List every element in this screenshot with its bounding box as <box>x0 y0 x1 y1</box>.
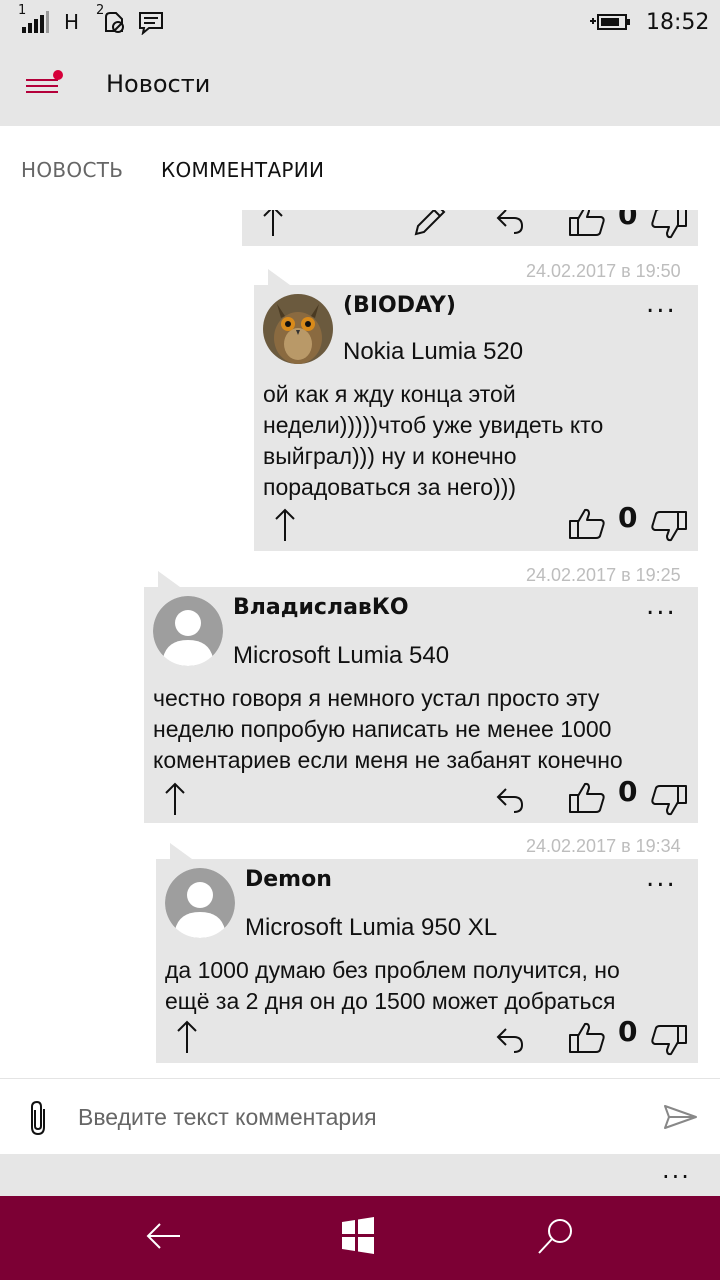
like-score: 0 <box>618 501 638 534</box>
more-options-icon[interactable]: ... <box>646 863 677 893</box>
message-icon <box>138 0 164 44</box>
reply-up-icon[interactable] <box>174 1019 200 1055</box>
thumbs-down-icon[interactable] <box>650 509 688 543</box>
app-bar-more-icon[interactable]: ... <box>662 1156 691 1184</box>
reply-icon[interactable] <box>494 1025 526 1055</box>
comment-timestamp: 24.02.2017 в 19:25 <box>526 565 681 585</box>
comment-timestamp: 24.02.2017 в 19:34 <box>526 836 681 856</box>
thumbs-down-icon[interactable] <box>650 210 688 240</box>
tab-comments[interactable]: КОММЕНТАРИИ <box>161 158 324 182</box>
comment-card-partial: 0 <box>242 210 698 246</box>
reply-up-icon[interactable] <box>162 781 188 817</box>
comment-device: Microsoft Lumia 540 <box>233 642 450 669</box>
status-bar: 1 H 2 18:52 <box>0 0 720 44</box>
comment-card: (BIODAY) ... Nokia Lumia 520 ой как я жд… <box>254 269 698 551</box>
attach-paperclip-icon[interactable] <box>24 1099 52 1137</box>
comment-text: ой как я жду конца этой недели)))))чтоб … <box>263 381 604 500</box>
more-options-icon[interactable]: ... <box>646 591 677 621</box>
comment-device: Nokia Lumia 520 <box>343 338 524 365</box>
comment-timestamp: 24.02.2017 в 19:50 <box>526 261 681 281</box>
thumbs-up-icon[interactable] <box>568 507 606 541</box>
comments-list[interactable]: 0 24.02.2017 в 19:50 (BIODAY) ... Nokia … <box>0 210 720 1078</box>
tab-news[interactable]: НОВОСТЬ <box>21 158 123 182</box>
like-score: 0 <box>618 210 638 231</box>
hamburger-menu-icon[interactable] <box>18 66 68 106</box>
comment-author[interactable]: Demon <box>245 867 332 892</box>
comment-author[interactable]: (BIODAY) <box>343 293 456 318</box>
network-type-label: H <box>64 10 80 34</box>
bottom-app-bar: ... <box>0 1154 720 1196</box>
comment-composer <box>0 1078 720 1154</box>
thumbs-down-icon[interactable] <box>650 783 688 817</box>
like-score: 0 <box>618 775 638 808</box>
reply-up-icon[interactable] <box>260 210 286 238</box>
comment-device: Microsoft Lumia 950 XL <box>245 914 498 941</box>
reply-icon[interactable] <box>494 210 526 236</box>
send-icon[interactable] <box>663 1103 699 1131</box>
sim1-label: 1 <box>18 2 27 18</box>
app-header: Новости <box>0 44 720 126</box>
battery-charging-icon <box>590 0 632 44</box>
like-score: 0 <box>618 1015 638 1048</box>
system-nav-bar <box>0 1196 720 1280</box>
search-icon[interactable] <box>536 1216 576 1256</box>
reply-icon[interactable] <box>494 785 526 815</box>
thumbs-up-icon[interactable] <box>568 1021 606 1055</box>
windows-start-icon[interactable] <box>340 1216 376 1256</box>
comment-card: ВладиславКО ... Microsoft Lumia 540 чест… <box>144 571 698 823</box>
avatar-default-user[interactable] <box>153 596 223 666</box>
comment-text: да 1000 думаю без проблем получится, но … <box>165 957 620 1014</box>
no-sim-signal-icon <box>102 0 128 44</box>
comment-text: честно говоря я немного устал просто эту… <box>153 685 623 773</box>
clock: 18:52 <box>646 9 710 35</box>
comment-author[interactable]: ВладиславКО <box>233 595 409 620</box>
tab-bar: НОВОСТЬ КОММЕНТАРИИ <box>0 126 720 210</box>
more-options-icon[interactable]: ... <box>646 289 677 319</box>
edit-pencil-icon[interactable] <box>412 210 448 236</box>
thumbs-up-icon[interactable] <box>568 781 606 815</box>
avatar-default-user[interactable] <box>165 868 235 938</box>
notification-dot <box>53 70 63 80</box>
thumbs-down-icon[interactable] <box>650 1023 688 1057</box>
comment-card: Demon ... Microsoft Lumia 950 XL да 1000… <box>156 843 698 1063</box>
back-arrow-icon[interactable] <box>144 1216 184 1256</box>
reply-up-icon[interactable] <box>272 507 298 543</box>
comment-input[interactable] <box>78 1095 638 1139</box>
avatar-owl[interactable] <box>263 294 333 364</box>
thumbs-up-icon[interactable] <box>568 210 606 238</box>
page-title: Новости <box>106 70 211 98</box>
